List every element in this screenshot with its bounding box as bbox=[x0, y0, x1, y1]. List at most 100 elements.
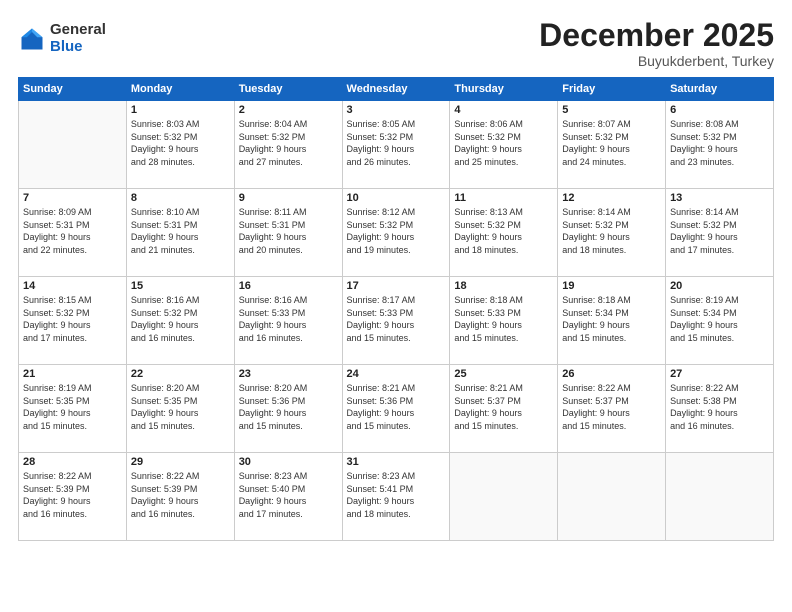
week-row: 7 Sunrise: 8:09 AM Sunset: 5:31 PM Daylig… bbox=[19, 189, 774, 277]
week-row: 14Sunrise: 8:15 AM Sunset: 5:32 PM Dayli… bbox=[19, 277, 774, 365]
day-cell: 7 Sunrise: 8:09 AM Sunset: 5:31 PM Daylig… bbox=[19, 189, 127, 277]
weekday-header: Saturday bbox=[666, 78, 774, 101]
day-number: 2 bbox=[239, 104, 338, 116]
day-number: 12 bbox=[562, 192, 661, 204]
day-cell: 11 Sunrise: 8:13 AM Sunset: 5:32 PM Dayli… bbox=[450, 189, 558, 277]
day-info: Sunrise: 8:22 AM Sunset: 5:39 PM Dayligh… bbox=[23, 470, 122, 520]
day-number: 24 bbox=[347, 368, 446, 380]
day-number: 30 bbox=[239, 456, 338, 468]
weekday-header-row: SundayMondayTuesdayWednesdayThursdayFrid… bbox=[19, 78, 774, 101]
day-info: Sunrise: 8:09 AM Sunset: 5:31 PM Dayligh… bbox=[23, 206, 122, 256]
day-cell: 26Sunrise: 8:22 AM Sunset: 5:37 PM Dayli… bbox=[558, 365, 666, 453]
day-cell: 8Sunrise: 8:10 AM Sunset: 5:31 PM Daylig… bbox=[126, 189, 234, 277]
day-info: Sunrise: 8:18 AM Sunset: 5:33 PM Dayligh… bbox=[454, 294, 553, 344]
day-cell: 19 Sunrise: 8:18 AM Sunset: 5:34 PM Dayli… bbox=[558, 277, 666, 365]
day-info: Sunrise: 8:16 AM Sunset: 5:32 PM Dayligh… bbox=[131, 294, 230, 344]
week-row: 1 Sunrise: 8:03 AM Sunset: 5:32 PM Daylig… bbox=[19, 101, 774, 189]
day-info: Sunrise: 8:17 AM Sunset: 5:33 PM Dayligh… bbox=[347, 294, 446, 344]
day-cell: 22 Sunrise: 8:20 AM Sunset: 5:35 PM Dayli… bbox=[126, 365, 234, 453]
calendar: SundayMondayTuesdayWednesdayThursdayFrid… bbox=[18, 77, 774, 541]
day-cell: 15 Sunrise: 8:16 AM Sunset: 5:32 PM Dayli… bbox=[126, 277, 234, 365]
day-cell: 24 Sunrise: 8:21 AM Sunset: 5:36 PM Dayli… bbox=[342, 365, 450, 453]
day-info: Sunrise: 8:23 AM Sunset: 5:40 PM Dayligh… bbox=[239, 470, 338, 520]
day-info: Sunrise: 8:07 AM Sunset: 5:32 PM Dayligh… bbox=[562, 118, 661, 168]
day-cell: 3Sunrise: 8:05 AM Sunset: 5:32 PM Daylig… bbox=[342, 101, 450, 189]
day-cell: 9Sunrise: 8:11 AM Sunset: 5:31 PM Daylig… bbox=[234, 189, 342, 277]
weekday-header: Friday bbox=[558, 78, 666, 101]
day-info: Sunrise: 8:13 AM Sunset: 5:32 PM Dayligh… bbox=[454, 206, 553, 256]
day-cell: 10Sunrise: 8:12 AM Sunset: 5:32 PM Dayli… bbox=[342, 189, 450, 277]
header: General Blue December 2025 Buyukderbent,… bbox=[18, 18, 774, 69]
day-info: Sunrise: 8:21 AM Sunset: 5:36 PM Dayligh… bbox=[347, 382, 446, 432]
weekday-header: Thursday bbox=[450, 78, 558, 101]
day-cell: 20 Sunrise: 8:19 AM Sunset: 5:34 PM Dayli… bbox=[666, 277, 774, 365]
day-cell: 14Sunrise: 8:15 AM Sunset: 5:32 PM Dayli… bbox=[19, 277, 127, 365]
logo-icon bbox=[18, 25, 46, 53]
day-cell: 18 Sunrise: 8:18 AM Sunset: 5:33 PM Dayli… bbox=[450, 277, 558, 365]
day-number: 1 bbox=[131, 104, 230, 116]
day-cell: 23Sunrise: 8:20 AM Sunset: 5:36 PM Dayli… bbox=[234, 365, 342, 453]
day-number: 21 bbox=[23, 368, 122, 380]
day-number: 3 bbox=[347, 104, 446, 116]
day-info: Sunrise: 8:22 AM Sunset: 5:37 PM Dayligh… bbox=[562, 382, 661, 432]
day-info: Sunrise: 8:16 AM Sunset: 5:33 PM Dayligh… bbox=[239, 294, 338, 344]
day-cell: 1 Sunrise: 8:03 AM Sunset: 5:32 PM Daylig… bbox=[126, 101, 234, 189]
day-number: 19 bbox=[562, 280, 661, 292]
day-number: 8 bbox=[131, 192, 230, 204]
day-cell: 28 Sunrise: 8:22 AM Sunset: 5:39 PM Dayli… bbox=[19, 453, 127, 541]
logo-blue: Blue bbox=[50, 39, 106, 56]
day-number: 31 bbox=[347, 456, 446, 468]
logo: General Blue bbox=[18, 22, 106, 55]
day-cell: 13Sunrise: 8:14 AM Sunset: 5:32 PM Dayli… bbox=[666, 189, 774, 277]
day-info: Sunrise: 8:14 AM Sunset: 5:32 PM Dayligh… bbox=[670, 206, 769, 256]
day-number: 20 bbox=[670, 280, 769, 292]
day-cell: 2Sunrise: 8:04 AM Sunset: 5:32 PM Daylig… bbox=[234, 101, 342, 189]
day-info: Sunrise: 8:11 AM Sunset: 5:31 PM Dayligh… bbox=[239, 206, 338, 256]
logo-text: General Blue bbox=[50, 22, 106, 55]
logo-general: General bbox=[50, 22, 106, 39]
week-row: 28 Sunrise: 8:22 AM Sunset: 5:39 PM Dayli… bbox=[19, 453, 774, 541]
day-info: Sunrise: 8:20 AM Sunset: 5:36 PM Dayligh… bbox=[239, 382, 338, 432]
day-number: 18 bbox=[454, 280, 553, 292]
day-info: Sunrise: 8:19 AM Sunset: 5:34 PM Dayligh… bbox=[670, 294, 769, 344]
week-row: 21 Sunrise: 8:19 AM Sunset: 5:35 PM Dayli… bbox=[19, 365, 774, 453]
day-info: Sunrise: 8:14 AM Sunset: 5:32 PM Dayligh… bbox=[562, 206, 661, 256]
day-number: 7 bbox=[23, 192, 122, 204]
day-info: Sunrise: 8:15 AM Sunset: 5:32 PM Dayligh… bbox=[23, 294, 122, 344]
day-info: Sunrise: 8:06 AM Sunset: 5:32 PM Dayligh… bbox=[454, 118, 553, 168]
day-cell: 29 Sunrise: 8:22 AM Sunset: 5:39 PM Dayli… bbox=[126, 453, 234, 541]
day-cell bbox=[558, 453, 666, 541]
day-info: Sunrise: 8:08 AM Sunset: 5:32 PM Dayligh… bbox=[670, 118, 769, 168]
day-number: 16 bbox=[239, 280, 338, 292]
day-number: 4 bbox=[454, 104, 553, 116]
day-number: 15 bbox=[131, 280, 230, 292]
day-info: Sunrise: 8:22 AM Sunset: 5:38 PM Dayligh… bbox=[670, 382, 769, 432]
day-number: 28 bbox=[23, 456, 122, 468]
day-number: 17 bbox=[347, 280, 446, 292]
day-info: Sunrise: 8:22 AM Sunset: 5:39 PM Dayligh… bbox=[131, 470, 230, 520]
day-info: Sunrise: 8:03 AM Sunset: 5:32 PM Dayligh… bbox=[131, 118, 230, 168]
day-cell: 4 Sunrise: 8:06 AM Sunset: 5:32 PM Daylig… bbox=[450, 101, 558, 189]
day-cell bbox=[450, 453, 558, 541]
weekday-header: Monday bbox=[126, 78, 234, 101]
weekday-header: Wednesday bbox=[342, 78, 450, 101]
day-info: Sunrise: 8:18 AM Sunset: 5:34 PM Dayligh… bbox=[562, 294, 661, 344]
month-title: December 2025 bbox=[539, 18, 774, 53]
day-number: 22 bbox=[131, 368, 230, 380]
page: General Blue December 2025 Buyukderbent,… bbox=[0, 0, 792, 612]
weekday-header: Sunday bbox=[19, 78, 127, 101]
day-number: 29 bbox=[131, 456, 230, 468]
day-cell: 12 Sunrise: 8:14 AM Sunset: 5:32 PM Dayli… bbox=[558, 189, 666, 277]
day-cell: 27Sunrise: 8:22 AM Sunset: 5:38 PM Dayli… bbox=[666, 365, 774, 453]
day-info: Sunrise: 8:20 AM Sunset: 5:35 PM Dayligh… bbox=[131, 382, 230, 432]
day-info: Sunrise: 8:23 AM Sunset: 5:41 PM Dayligh… bbox=[347, 470, 446, 520]
day-cell: 17 Sunrise: 8:17 AM Sunset: 5:33 PM Dayli… bbox=[342, 277, 450, 365]
day-cell: 25Sunrise: 8:21 AM Sunset: 5:37 PM Dayli… bbox=[450, 365, 558, 453]
day-number: 10 bbox=[347, 192, 446, 204]
day-number: 11 bbox=[454, 192, 553, 204]
day-cell: 16 Sunrise: 8:16 AM Sunset: 5:33 PM Dayli… bbox=[234, 277, 342, 365]
title-block: December 2025 Buyukderbent, Turkey bbox=[539, 18, 774, 69]
day-info: Sunrise: 8:19 AM Sunset: 5:35 PM Dayligh… bbox=[23, 382, 122, 432]
day-cell: 31 Sunrise: 8:23 AM Sunset: 5:41 PM Dayli… bbox=[342, 453, 450, 541]
location: Buyukderbent, Turkey bbox=[539, 53, 774, 69]
